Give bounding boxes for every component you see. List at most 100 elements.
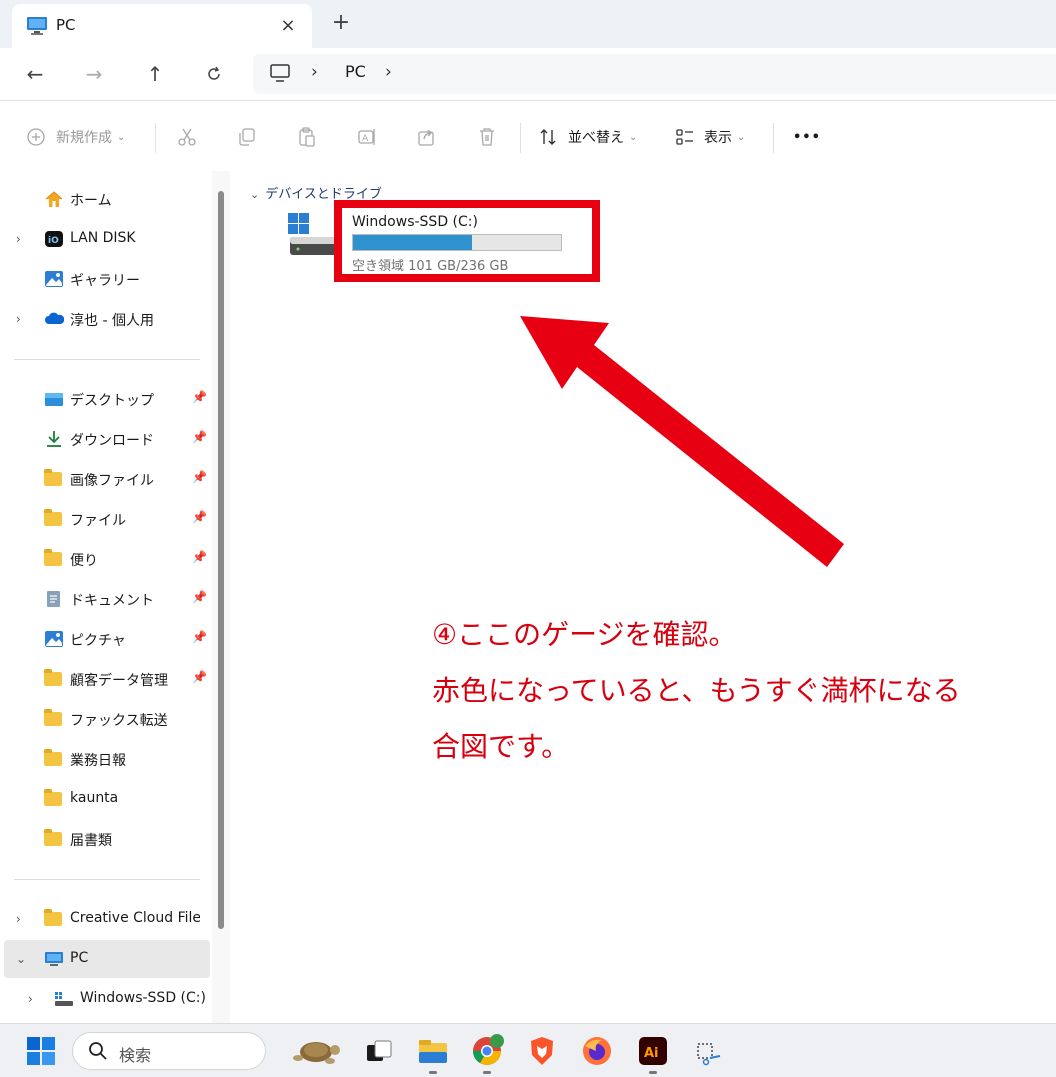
forward-arrow-icon[interactable]: → (80, 60, 108, 88)
file-explorer-icon[interactable] (416, 1034, 450, 1068)
chevron-down-icon: ⌄ (737, 131, 746, 143)
turtle-widget-icon[interactable] (286, 1034, 346, 1068)
annotation-line: 赤色になっていると、もうすぐ満杯になる (432, 674, 961, 707)
folder-icon (44, 789, 64, 808)
firefox-icon[interactable] (580, 1034, 614, 1068)
svg-text:A: A (362, 134, 369, 144)
sort-label: 並べ替え (568, 130, 624, 146)
sidebar-item-folder[interactable]: 業務日報 (0, 740, 212, 778)
sidebar-item-lan-disk[interactable]: › iO LAN DISK (0, 220, 212, 258)
pin-icon[interactable]: 📌 (192, 550, 207, 564)
chevron-right-icon[interactable]: › (28, 992, 33, 1006)
chevron-right-icon[interactable]: › (16, 912, 21, 926)
sidebar-item-label: Windows-SSD (C:) (80, 990, 206, 1006)
pin-icon[interactable]: 📌 (192, 430, 207, 444)
sidebar-item-label: ギャラリー (70, 273, 140, 289)
pin-icon[interactable]: 📌 (192, 470, 207, 484)
tab-bar: PC × + (0, 0, 1056, 48)
sidebar-item-onedrive[interactable]: › 淳也 - 個人用 (0, 300, 212, 338)
sidebar-item-windows-ssd[interactable]: › Windows-SSD (C:) (0, 980, 212, 1018)
cut-icon[interactable] (176, 125, 198, 149)
breadcrumb-separator[interactable]: › (385, 62, 392, 82)
sidebar-item-folder[interactable]: 顧客データ管理 📌 (0, 660, 212, 698)
copy-icon[interactable] (236, 125, 258, 149)
paste-icon[interactable] (296, 125, 318, 149)
brave-icon[interactable] (525, 1034, 559, 1068)
navigation-bar: ← → ↑ › PC › (0, 48, 1056, 100)
sidebar-item-desktop[interactable]: デスクトップ 📌 (0, 380, 212, 418)
new-button[interactable]: 新規作成 ⌄ (26, 125, 125, 149)
delete-icon[interactable] (476, 125, 498, 149)
home-icon (44, 190, 64, 208)
sort-button[interactable]: 並べ替え ⌄ (538, 125, 637, 149)
rename-icon[interactable]: A (356, 125, 378, 149)
folder-icon (44, 909, 64, 928)
new-tab-button[interactable]: + (326, 8, 356, 38)
folder-icon (44, 669, 64, 688)
svg-text:Ai: Ai (644, 1046, 659, 1061)
breadcrumb-pc[interactable]: PC (345, 62, 366, 81)
pin-icon[interactable]: 📌 (192, 630, 207, 644)
tab-pc[interactable]: PC × (12, 4, 312, 48)
refresh-icon[interactable] (200, 60, 228, 88)
sidebar-item-label: ホーム (70, 193, 112, 209)
address-bar[interactable]: › PC › (253, 54, 1056, 94)
annotation-text: ④ここのゲージを確認。 赤色になっていると、もうすぐ満杯になる 合図です。 (432, 607, 1052, 775)
sidebar-item-home[interactable]: ホーム (0, 180, 212, 218)
sidebar-item-label: Creative Cloud Files P (70, 910, 200, 926)
start-icon[interactable] (24, 1034, 58, 1068)
pc-icon (26, 16, 48, 40)
sidebar-item-folder[interactable]: kaunta (0, 780, 212, 818)
sidebar-item-creative-cloud[interactable]: › Creative Cloud Files P (0, 900, 212, 938)
task-view-icon[interactable] (362, 1034, 396, 1068)
sidebar-item-folder[interactable]: ファイル 📌 (0, 500, 212, 538)
sidebar-item-label: ドキュメント (70, 593, 154, 609)
up-arrow-icon[interactable]: ↑ (141, 60, 169, 88)
folder-icon (44, 549, 64, 568)
pin-icon[interactable]: 📌 (192, 390, 207, 404)
tab-close-icon[interactable]: × (274, 12, 302, 40)
sidebar-item-gallery[interactable]: ギャラリー (0, 260, 212, 298)
documents-icon (44, 590, 64, 608)
sidebar-item-label: ダウンロード (70, 433, 154, 449)
sidebar-scrollbar-thumb[interactable] (218, 191, 224, 929)
share-icon[interactable] (416, 125, 438, 149)
search-icon (87, 1040, 109, 1066)
annotation-line: 合図です。 (432, 730, 570, 763)
pin-icon[interactable]: 📌 (192, 590, 207, 604)
folder-icon (44, 749, 64, 768)
sidebar-item-folder[interactable]: 届書類 (0, 820, 212, 858)
sidebar-item-pc[interactable]: ⌄ PC (4, 940, 210, 978)
sidebar-item-label: 顧客データ管理 (70, 673, 168, 689)
pin-icon[interactable]: 📌 (192, 510, 207, 524)
lan-disk-icon: iO (44, 230, 64, 248)
back-arrow-icon[interactable]: ← (21, 60, 49, 88)
annotation-line: ④ここのゲージを確認。 (432, 618, 737, 651)
content-pane: ⌄ デバイスとドライブ Windows-SSD (C:) 空き領域 101 GB/… (232, 171, 1056, 1023)
sidebar-item-label: 届書類 (70, 833, 112, 849)
folder-icon (44, 509, 64, 528)
sidebar-item-downloads[interactable]: ダウンロード 📌 (0, 420, 212, 458)
folder-icon (44, 709, 64, 728)
chevron-right-icon[interactable]: › (16, 312, 21, 326)
taskbar-search[interactable]: 検索 (72, 1032, 266, 1070)
chrome-icon[interactable] (470, 1034, 504, 1068)
pin-icon[interactable]: 📌 (192, 670, 207, 684)
sidebar-item-pictures[interactable]: ピクチャ 📌 (0, 620, 212, 658)
sidebar-item-documents[interactable]: ドキュメント 📌 (0, 580, 212, 618)
illustrator-icon[interactable]: Ai (636, 1034, 670, 1068)
sidebar-item-label: デスクトップ (70, 393, 154, 409)
red-arrow (520, 316, 844, 567)
snipping-tool-icon[interactable] (692, 1034, 726, 1068)
sidebar-item-folder[interactable]: 画像ファイル 📌 (0, 460, 212, 498)
view-button[interactable]: 表示 ⌄ (674, 125, 745, 149)
sidebar-item-label: 業務日報 (70, 753, 126, 769)
command-bar: 新規作成 ⌄ A 並べ替え ⌄ 表示 ⌄ ••• (0, 101, 1056, 171)
more-options-button[interactable]: ••• (793, 125, 821, 149)
divider (520, 123, 521, 153)
sidebar-item-folder[interactable]: 便り 📌 (0, 540, 212, 578)
sidebar-item-folder[interactable]: ファックス転送 (0, 700, 212, 738)
taskbar: 検索 Ai (0, 1023, 1056, 1077)
chevron-down-icon[interactable]: ⌄ (16, 952, 26, 966)
chevron-right-icon[interactable]: › (16, 232, 21, 246)
